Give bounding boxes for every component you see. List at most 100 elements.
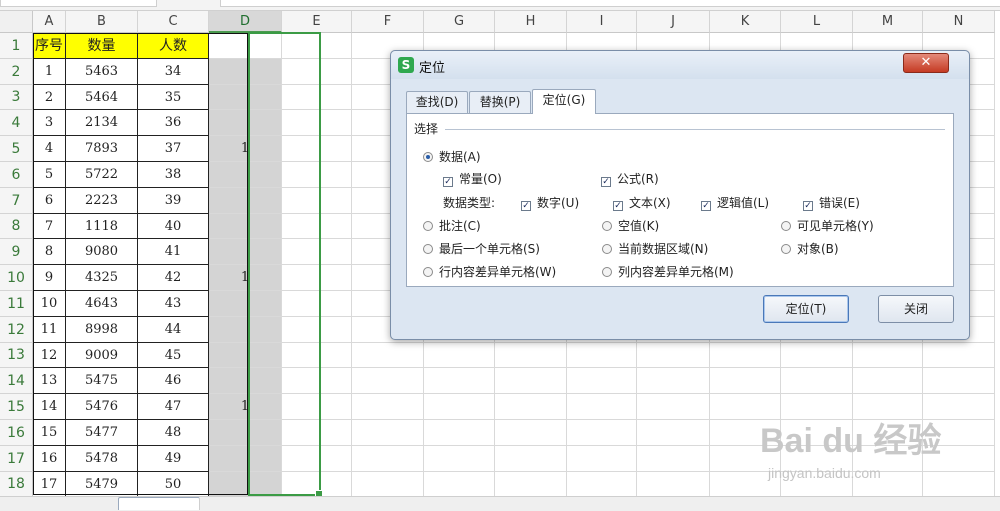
tab-find[interactable]: 查找(D) <box>406 91 468 113</box>
cell-d6[interactable] <box>209 162 282 188</box>
cell-d5[interactable]: 1 <box>209 136 282 162</box>
cell-a7[interactable]: 6 <box>33 188 66 214</box>
cell-e11[interactable] <box>282 291 352 317</box>
cell-j13[interactable] <box>637 343 710 368</box>
cell-c2[interactable]: 34 <box>138 59 209 85</box>
cell-h15[interactable] <box>495 394 567 420</box>
cell-g16[interactable] <box>424 420 495 446</box>
cell-d8[interactable] <box>209 214 282 239</box>
cell-j17[interactable] <box>637 446 710 472</box>
cell-b18[interactable]: 5479 <box>66 472 138 497</box>
checkbox-logical[interactable]: ✓ 逻辑值(L) <box>701 194 769 211</box>
row-header-16[interactable]: 16 <box>0 420 33 446</box>
radio-blank[interactable]: 空值(K) <box>602 217 659 234</box>
cell-e15[interactable] <box>282 394 352 420</box>
cell-e2[interactable] <box>282 59 352 85</box>
cell-d9[interactable] <box>209 239 282 265</box>
cell-e10[interactable] <box>282 265 352 291</box>
cell-h18[interactable] <box>495 472 567 497</box>
cell-e16[interactable] <box>282 420 352 446</box>
radio-column-differences[interactable]: 列内容差异单元格(M) <box>602 263 734 280</box>
cell-d7[interactable] <box>209 188 282 214</box>
cell-f15[interactable] <box>352 394 424 420</box>
cell-h17[interactable] <box>495 446 567 472</box>
cell-g14[interactable] <box>424 368 495 394</box>
cell-b4[interactable]: 2134 <box>66 110 138 136</box>
checkbox-formula[interactable]: ✓ 公式(R) <box>601 170 659 187</box>
cell-c11[interactable]: 43 <box>138 291 209 317</box>
cell-d1[interactable] <box>209 33 282 59</box>
cell-i14[interactable] <box>567 368 637 394</box>
name-box[interactable] <box>0 0 157 7</box>
cell-j14[interactable] <box>637 368 710 394</box>
cell-d15[interactable]: 1 <box>209 394 282 420</box>
column-header-k[interactable]: K <box>710 11 781 33</box>
cell-b11[interactable]: 4643 <box>66 291 138 317</box>
cell-c4[interactable]: 36 <box>138 110 209 136</box>
cell-l14[interactable] <box>781 368 853 394</box>
cell-a4[interactable]: 3 <box>33 110 66 136</box>
column-header-d[interactable]: D <box>209 11 282 33</box>
cell-k14[interactable] <box>710 368 781 394</box>
cell-i17[interactable] <box>567 446 637 472</box>
cell-n13[interactable] <box>923 343 995 368</box>
cell-c9[interactable]: 41 <box>138 239 209 265</box>
cell-d11[interactable] <box>209 291 282 317</box>
cell-b9[interactable]: 9080 <box>66 239 138 265</box>
row-header-5[interactable]: 5 <box>0 136 33 162</box>
cell-e1[interactable] <box>282 33 352 59</box>
cell-a14[interactable]: 13 <box>33 368 66 394</box>
cell-c13[interactable]: 45 <box>138 343 209 368</box>
cell-e8[interactable] <box>282 214 352 239</box>
cell-e6[interactable] <box>282 162 352 188</box>
column-header-l[interactable]: L <box>781 11 853 33</box>
cell-d17[interactable] <box>209 446 282 472</box>
cell-a11[interactable]: 10 <box>33 291 66 317</box>
row-header-9[interactable]: 9 <box>0 239 33 265</box>
cell-d12[interactable] <box>209 317 282 343</box>
checkbox-number[interactable]: ✓ 数字(U) <box>521 194 579 211</box>
column-header-i[interactable]: I <box>567 11 637 33</box>
cell-f17[interactable] <box>352 446 424 472</box>
cell-c16[interactable]: 48 <box>138 420 209 446</box>
cell-c14[interactable]: 46 <box>138 368 209 394</box>
cell-l13[interactable] <box>781 343 853 368</box>
formula-bar[interactable] <box>220 0 1000 7</box>
cell-i13[interactable] <box>567 343 637 368</box>
cell-b6[interactable]: 5722 <box>66 162 138 188</box>
cell-a13[interactable]: 12 <box>33 343 66 368</box>
cell-b8[interactable]: 1118 <box>66 214 138 239</box>
cell-g15[interactable] <box>424 394 495 420</box>
cell-e9[interactable] <box>282 239 352 265</box>
column-header-h[interactable]: H <box>495 11 567 33</box>
cell-d18[interactable] <box>209 472 282 497</box>
cell-j16[interactable] <box>637 420 710 446</box>
cell-h14[interactable] <box>495 368 567 394</box>
cell-a12[interactable]: 11 <box>33 317 66 343</box>
radio-row-differences[interactable]: 行内容差异单元格(W) <box>423 263 556 280</box>
cell-a16[interactable]: 15 <box>33 420 66 446</box>
close-button[interactable]: 关闭 <box>878 295 954 323</box>
cell-i15[interactable] <box>567 394 637 420</box>
cell-c8[interactable]: 40 <box>138 214 209 239</box>
cell-b12[interactable]: 8998 <box>66 317 138 343</box>
column-header-c[interactable]: C <box>138 11 209 33</box>
cell-b7[interactable]: 2223 <box>66 188 138 214</box>
cell-c1[interactable]: 人数 <box>138 33 209 59</box>
cell-c7[interactable]: 39 <box>138 188 209 214</box>
cell-e4[interactable] <box>282 110 352 136</box>
cell-m13[interactable] <box>853 343 923 368</box>
cell-a3[interactable]: 2 <box>33 85 66 110</box>
cell-d10[interactable]: 1 <box>209 265 282 291</box>
cell-h16[interactable] <box>495 420 567 446</box>
cell-e18[interactable] <box>282 472 352 497</box>
row-header-18[interactable]: 18 <box>0 472 33 497</box>
cell-g18[interactable] <box>424 472 495 497</box>
cell-e3[interactable] <box>282 85 352 110</box>
row-header-14[interactable]: 14 <box>0 368 33 394</box>
checkbox-text[interactable]: ✓ 文本(X) <box>613 194 671 211</box>
row-header-6[interactable]: 6 <box>0 162 33 188</box>
cell-e17[interactable] <box>282 446 352 472</box>
cell-g17[interactable] <box>424 446 495 472</box>
cell-d3[interactable] <box>209 85 282 110</box>
